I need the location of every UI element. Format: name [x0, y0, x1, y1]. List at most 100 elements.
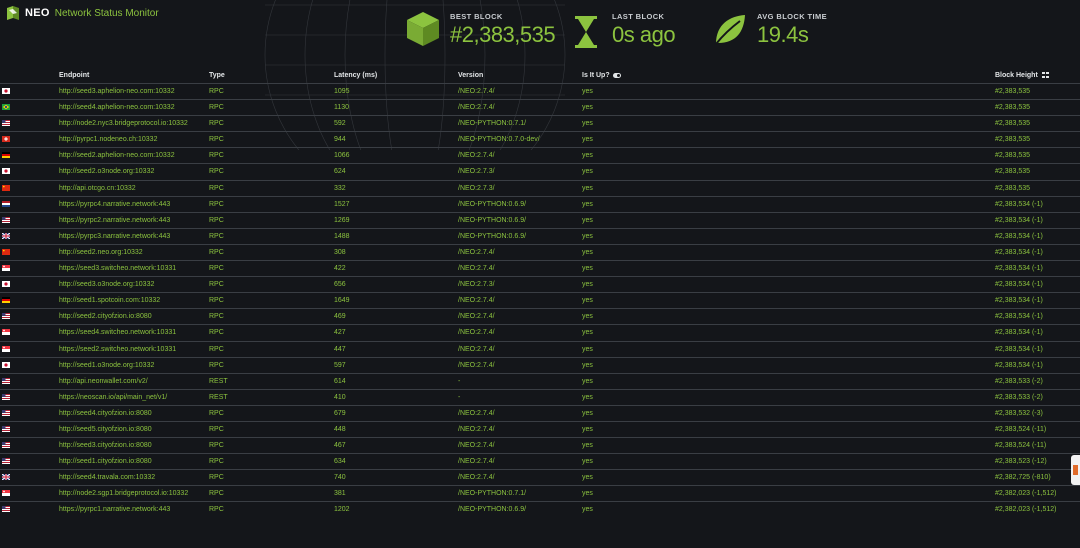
endpoint-link[interactable]: http://node2.sgp1.bridgeprotocol.io:1033… [59, 490, 188, 497]
is-up-cell: yes [582, 136, 593, 144]
table-row: https://seed4.switcheo.network:10331 RPC 4… [0, 324, 1080, 340]
latency-cell: 308 [334, 248, 346, 256]
endpoint-link[interactable]: https://pyrpc3.narrative.network:443 [59, 233, 170, 240]
table-row: https://pyrpc2.narrative.network:443 RPC 1… [0, 211, 1080, 228]
version-cell: /NEO-PYTHON:0.7.1/ [458, 490, 527, 498]
hourglass-icon [575, 16, 597, 48]
flag-jp-icon [2, 88, 10, 94]
flag-us-icon [2, 393, 10, 400]
table-row: http://seed2.aphelion-neo.com:10332 RPC 10… [0, 147, 1080, 163]
latency-cell: 422 [334, 265, 346, 273]
block-height-cell: #2,382,725 (-810) [995, 474, 1051, 482]
flag-gb-icon [2, 474, 10, 481]
table-row: https://seed2.switcheo.network:10331 RPC 4… [0, 340, 1080, 357]
flag-jp-icon [2, 361, 10, 368]
table-row: http://seed2.cityofzion.io:8080 RPC 469/NE… [0, 308, 1080, 324]
block-height-cell: #2,383,534 (-1) [995, 216, 1043, 224]
endpoint-link[interactable]: http://seed3.o3node.org:10332 [59, 281, 154, 288]
block-height-cell: #2,383,535 [995, 104, 1031, 112]
side-feedback-tab[interactable] [1071, 455, 1080, 485]
endpoint-link[interactable]: http://pyrpc1.nodeneo.ch:10332 [59, 136, 157, 143]
is-up-cell: yes [582, 297, 593, 305]
stat-label: AVG BLOCK TIME [757, 12, 828, 21]
header-block-height-label: Block Height [995, 72, 1038, 79]
is-up-cell: yes [582, 490, 593, 498]
endpoint-link[interactable]: http://seed1.o3node.org:10332 [59, 362, 154, 369]
stat-label: LAST BLOCK [612, 12, 665, 21]
endpoint-link[interactable]: http://seed2.o3node.org:10332 [59, 168, 154, 175]
flag-cn-icon [2, 248, 10, 255]
toggle-icon[interactable] [612, 72, 621, 78]
type-cell: RPC [209, 136, 224, 144]
endpoint-link[interactable]: http://seed2.aphelion-neo.com:10332 [59, 152, 175, 159]
block-height-cell: #2,383,535 [995, 88, 1031, 95]
endpoint-link[interactable]: https://seed4.switcheo.network:10331 [59, 329, 176, 336]
type-cell: RPC [209, 329, 224, 337]
is-up-cell: yes [582, 377, 593, 385]
version-cell: - [458, 377, 461, 385]
endpoint-link[interactable]: http://seed4.travala.com:10332 [59, 474, 155, 481]
is-up-cell: yes [582, 425, 593, 433]
version-cell: /NEO-PYTHON:0.6.9/ [458, 216, 527, 224]
endpoint-link[interactable]: http://seed2.cityofzion.io:8080 [59, 313, 152, 320]
endpoint-link[interactable]: https://seed2.switcheo.network:10331 [59, 346, 176, 353]
is-up-cell: yes [582, 393, 593, 401]
version-cell: /NEO:2.7.3/ [458, 281, 495, 289]
endpoint-link[interactable]: https://pyrpc1.narrative.network:443 [59, 506, 170, 513]
header-latency[interactable]: Latency (ms) [334, 72, 377, 79]
endpoint-link[interactable]: https://pyrpc2.narrative.network:443 [59, 217, 170, 224]
version-cell: /NEO:2.7.4/ [458, 458, 495, 466]
type-cell: RPC [209, 345, 224, 353]
block-height-cell: #2,383,524 (-11) [995, 425, 1047, 433]
endpoint-link[interactable]: http://api.neonwallet.com/v2/ [59, 378, 148, 385]
header-version[interactable]: Version [458, 72, 483, 79]
version-cell: /NEO:2.7.4/ [458, 409, 495, 417]
table-row: https://pyrpc4.narrative.network:443 RPC 1… [0, 195, 1080, 212]
brand-subtitle: Network Status Monitor [54, 7, 159, 19]
stat-best-block: BEST BLOCK #2,383,535 [405, 8, 565, 56]
type-cell: REST [209, 393, 228, 401]
latency-cell: 1066 [334, 152, 350, 160]
table-row: http://node2.sgp1.bridgeprotocol.io:1033… [0, 485, 1080, 501]
type-cell: RPC [209, 442, 224, 450]
latency-cell: 740 [334, 474, 346, 482]
endpoint-link[interactable]: http://seed3.aphelion-neo.com:10332 [59, 88, 175, 95]
block-height-cell: #2,383,534 (-1) [995, 200, 1043, 208]
type-cell: RPC [209, 152, 224, 160]
block-height-cell: #2,383,534 (-1) [995, 345, 1043, 353]
endpoint-link[interactable]: http://seed1.spotcoin.com:10332 [59, 297, 160, 304]
table-row: http://seed4.cityofzion.io:8080 RPC 679/NE… [0, 404, 1080, 421]
endpoint-link[interactable]: https://pyrpc4.narrative.network:443 [59, 201, 170, 208]
is-up-cell: yes [582, 265, 593, 273]
brand[interactable]: NEO Network Status Monitor [6, 6, 159, 20]
header-is-up[interactable]: Is It Up? [582, 72, 621, 79]
header-endpoint[interactable]: Endpoint [59, 72, 89, 79]
latency-cell: 597 [334, 361, 346, 369]
grid-icon[interactable] [1041, 72, 1049, 79]
is-up-cell: yes [582, 120, 593, 128]
header-block-height[interactable]: Block Height [995, 72, 1049, 79]
endpoint-link[interactable]: https://neoscan.io/api/main_net/v1/ [59, 394, 167, 401]
endpoint-link[interactable]: http://seed2.neo.org:10332 [59, 249, 143, 256]
is-up-cell: yes [582, 329, 593, 337]
block-height-cell: #2,383,534 (-1) [995, 248, 1043, 256]
table-header: Endpoint Type Latency (ms) Version Is It… [0, 69, 1080, 83]
type-cell: REST [209, 377, 228, 385]
latency-cell: 447 [334, 345, 346, 353]
endpoint-link[interactable]: http://seed3.cityofzion.io:8080 [59, 442, 152, 449]
endpoint-link[interactable]: https://seed3.switcheo.network:10331 [59, 265, 176, 272]
table-row: http://seed2.neo.org:10332 RPC 308/NEO:2.7… [0, 243, 1080, 260]
endpoint-link[interactable]: http://seed1.cityofzion.io:8080 [59, 458, 152, 465]
is-up-cell: yes [582, 168, 593, 176]
table-row: http://node2.nyc3.bridgeprotocol.io:1033… [0, 115, 1080, 131]
endpoint-link[interactable]: http://api.otcgo.cn:10332 [59, 185, 136, 192]
table-row: http://seed4.travala.com:10332 RPC 740/NEO… [0, 469, 1080, 485]
version-cell: /NEO:2.7.4/ [458, 104, 495, 112]
endpoint-link[interactable]: http://seed4.aphelion-neo.com:10332 [59, 104, 175, 111]
header-type[interactable]: Type [209, 72, 225, 79]
endpoint-link[interactable]: http://seed5.cityofzion.io:8080 [59, 426, 152, 433]
endpoint-link[interactable]: http://node2.nyc3.bridgeprotocol.io:1033… [59, 120, 188, 127]
table-row: https://seed3.switcheo.network:10331 RPC 4… [0, 260, 1080, 276]
endpoint-link[interactable]: http://seed4.cityofzion.io:8080 [59, 410, 152, 417]
latency-cell: 634 [334, 458, 346, 466]
